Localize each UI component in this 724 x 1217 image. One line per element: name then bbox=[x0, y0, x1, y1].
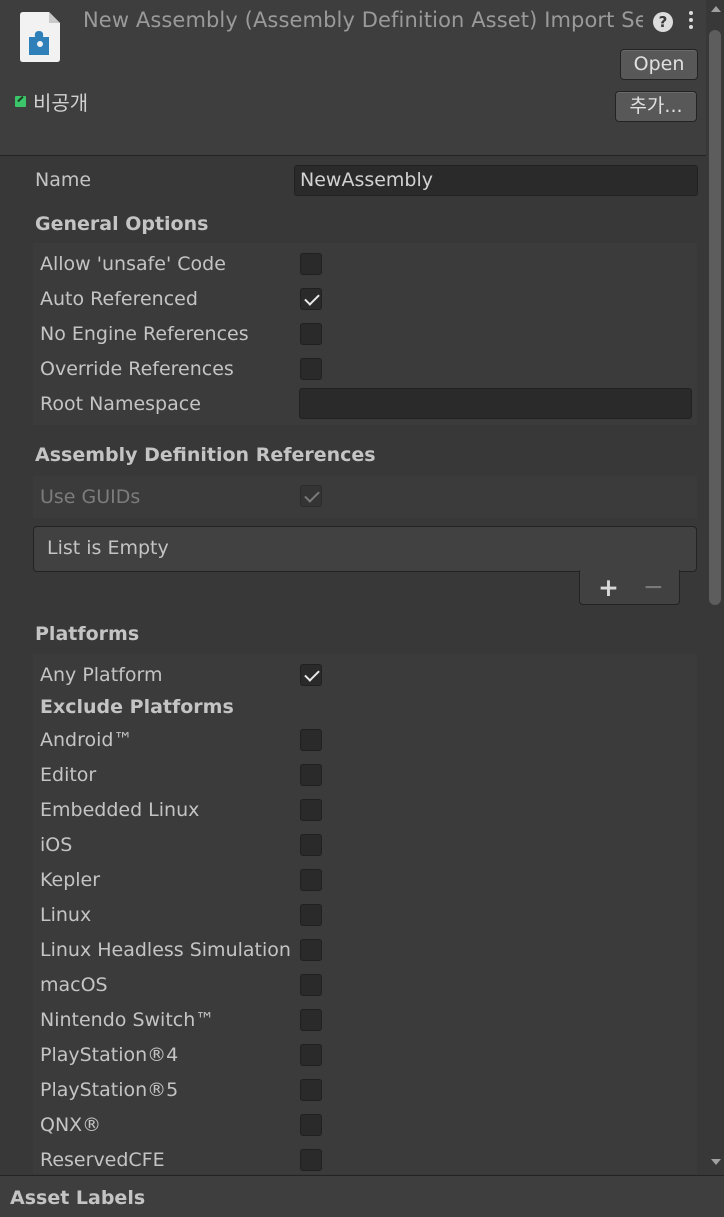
asset-labels-title: Asset Labels bbox=[10, 1187, 146, 1209]
platform-checkbox[interactable] bbox=[300, 1149, 322, 1171]
private-checkbox[interactable] bbox=[15, 96, 26, 107]
platform-checkbox[interactable] bbox=[300, 904, 322, 926]
platform-checkbox[interactable] bbox=[300, 869, 322, 891]
platform-checkbox[interactable] bbox=[300, 1044, 322, 1066]
no-engine-references-checkbox[interactable] bbox=[300, 323, 322, 345]
platform-checkbox[interactable] bbox=[300, 764, 322, 786]
platform-checkbox[interactable] bbox=[300, 939, 322, 961]
vertical-scrollbar[interactable] bbox=[706, 0, 724, 1174]
exclude-platforms-header: Exclude Platforms bbox=[40, 696, 234, 718]
name-input[interactable]: NewAssembly bbox=[294, 165, 698, 196]
list-empty-text: List is Empty bbox=[47, 537, 169, 559]
platform-checkbox[interactable] bbox=[300, 1009, 322, 1031]
platform-label: Android™ bbox=[40, 729, 133, 751]
platform-label: Linux Headless Simulation bbox=[40, 939, 291, 961]
platform-label: Embedded Linux bbox=[40, 799, 200, 821]
platform-label: Nintendo Switch™ bbox=[40, 1009, 215, 1031]
root-namespace-label: Root Namespace bbox=[40, 393, 201, 415]
puzzle-asset-icon bbox=[20, 12, 60, 62]
platform-label: ReservedCFE bbox=[40, 1149, 165, 1171]
platform-label: QNX® bbox=[40, 1114, 102, 1136]
any-platform-checkbox[interactable] bbox=[300, 664, 322, 686]
scroll-up-arrow-icon[interactable] bbox=[711, 6, 721, 12]
platform-label: Kepler bbox=[40, 869, 101, 891]
inspector-content: Name NewAssembly General Options Allow '… bbox=[0, 157, 706, 1174]
use-guids-checkbox[interactable] bbox=[300, 485, 322, 507]
platform-checkbox[interactable] bbox=[300, 834, 322, 856]
allow-unsafe-label: Allow 'unsafe' Code bbox=[40, 253, 226, 275]
any-platform-label: Any Platform bbox=[40, 664, 163, 686]
add-button[interactable]: 추가... bbox=[615, 91, 697, 122]
platform-label: Editor bbox=[40, 764, 97, 786]
add-item-icon[interactable]: + bbox=[598, 573, 619, 602]
platform-checkbox[interactable] bbox=[300, 799, 322, 821]
override-references-checkbox[interactable] bbox=[300, 358, 322, 380]
open-button[interactable]: Open bbox=[620, 49, 698, 80]
scroll-thumb[interactable] bbox=[709, 30, 721, 605]
platform-label: iOS bbox=[40, 834, 73, 856]
no-engine-references-label: No Engine References bbox=[40, 323, 249, 345]
platform-label: PlayStation®4 bbox=[40, 1044, 179, 1066]
more-options-icon[interactable] bbox=[683, 11, 699, 33]
use-guids-label: Use GUIDs bbox=[40, 486, 141, 508]
private-label: 비공개 bbox=[33, 91, 89, 115]
platform-checkbox[interactable] bbox=[300, 1114, 322, 1136]
asset-labels-bar[interactable]: Asset Labels bbox=[0, 1175, 724, 1217]
inspector-title: New Assembly (Assembly Definition Asset)… bbox=[83, 8, 643, 32]
auto-referenced-checkbox[interactable] bbox=[300, 288, 322, 310]
name-label: Name bbox=[35, 169, 92, 191]
platform-checkbox[interactable] bbox=[300, 729, 322, 751]
override-references-label: Override References bbox=[40, 358, 234, 380]
references-list: List is Empty bbox=[33, 526, 697, 572]
platform-label: Linux bbox=[40, 904, 92, 926]
inspector-header: New Assembly (Assembly Definition Asset)… bbox=[0, 0, 706, 156]
assembly-references-header: Assembly Definition References bbox=[35, 444, 376, 466]
allow-unsafe-checkbox[interactable] bbox=[300, 253, 322, 275]
help-icon[interactable]: ? bbox=[653, 12, 673, 32]
platforms-header: Platforms bbox=[35, 623, 140, 645]
remove-item-icon[interactable]: − bbox=[643, 572, 664, 601]
scroll-down-arrow-icon[interactable] bbox=[711, 1159, 721, 1165]
auto-referenced-label: Auto Referenced bbox=[40, 288, 198, 310]
list-footer: + − bbox=[579, 570, 680, 605]
platform-label: macOS bbox=[40, 974, 108, 996]
platform-checkbox[interactable] bbox=[300, 1079, 322, 1101]
platform-checkbox[interactable] bbox=[300, 974, 322, 996]
general-options-header: General Options bbox=[35, 213, 209, 235]
root-namespace-input[interactable] bbox=[299, 388, 692, 419]
platform-label: PlayStation®5 bbox=[40, 1079, 179, 1101]
